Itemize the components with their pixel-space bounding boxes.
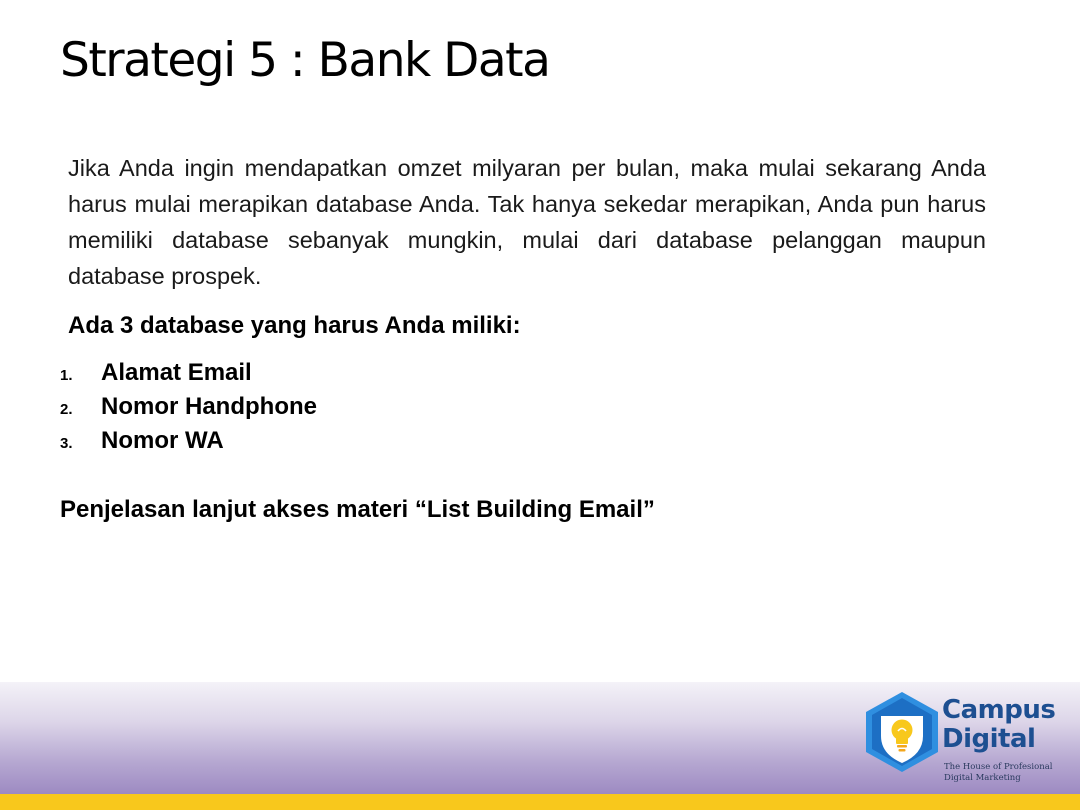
intro-paragraph: Jika Anda ingin mendapatkan omzet milyar… [68, 155, 986, 289]
database-list-heading: Ada 3 database yang harus Anda miliki: [68, 312, 521, 339]
lightbulb-shield-icon [866, 692, 938, 772]
brand-name-line2: Digital [942, 724, 1036, 754]
list-item: 2. Nomor Handphone [60, 390, 317, 424]
further-reading-note: Penjelasan lanjut akses materi “List Bui… [60, 496, 655, 523]
brand-name-line1: Campus [942, 695, 1056, 725]
list-item-number: 1. [60, 367, 73, 384]
brand-tagline-line1: The House of Profesional [944, 762, 1053, 772]
footer-stripe [0, 794, 1080, 810]
list-item-number: 3. [60, 435, 73, 452]
brand-name: Campus Digital [942, 695, 1056, 754]
slide-title: Strategi 5 : Bank Data [60, 33, 551, 88]
list-item-label: Nomor WA [101, 427, 224, 454]
list-item: 3. Nomor WA [60, 424, 317, 458]
list-item-label: Alamat Email [101, 359, 252, 386]
list-item: 1. Alamat Email [60, 356, 317, 390]
brand-tagline: The House of Profesional Digital Marketi… [944, 762, 1052, 784]
list-item-label: Nomor Handphone [101, 393, 317, 420]
list-item-number: 2. [60, 401, 73, 418]
brand-tagline-line2: Digital Marketing [944, 773, 1021, 783]
database-list: 1. Alamat Email 2. Nomor Handphone 3. Nomor… [60, 356, 317, 458]
